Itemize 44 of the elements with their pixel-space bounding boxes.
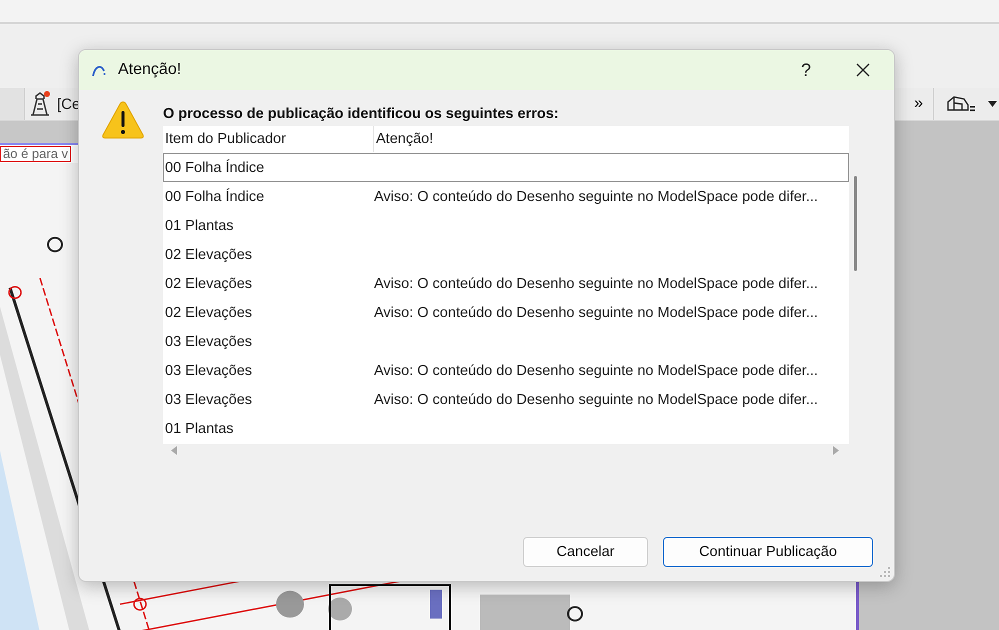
toolbar-handle[interactable] xyxy=(0,88,24,120)
table-row[interactable]: 02 Elevações Aviso: O conteúdo do Desenho seguinte no ModelSpace pode difer... xyxy=(163,298,849,327)
table-cell: Aviso: O conteúdo do Desenho seguinte no ModelSpace pode difer... xyxy=(374,188,818,204)
table-row[interactable]: 01 Plantas xyxy=(163,211,849,240)
lighthouse-icon xyxy=(29,91,51,117)
table-cell-text: 00 Folha Índice xyxy=(164,160,266,176)
column-header[interactable]: Atenção! xyxy=(374,126,434,152)
table-row[interactable]: 00 Folha Índice Aviso: O conteúdo do Desenho seguinte no ModelSpace pode difer... xyxy=(163,182,849,211)
help-button[interactable]: ? xyxy=(786,50,826,90)
table-cell-text: 01 Plantas xyxy=(164,420,235,436)
table-row[interactable]: 03 Elevações Aviso: O conteúdo do Desenho seguinte no ModelSpace pode difer... xyxy=(163,385,849,414)
table-cell: Aviso: O conteúdo do Desenho seguinte no ModelSpace pode difer... xyxy=(374,304,818,320)
table-cell-text: 02 Elevações xyxy=(164,276,254,292)
table-row[interactable]: 02 Elevações xyxy=(163,240,849,269)
warning-icon xyxy=(101,100,145,140)
scroll-left-icon[interactable] xyxy=(171,446,177,455)
column-header[interactable]: Item do Publicador xyxy=(163,126,374,152)
table-cell-text: 01 Plantas xyxy=(164,218,235,234)
table-row[interactable]: 02 Elevações Aviso: O conteúdo do Desenho seguinte no ModelSpace pode difer... xyxy=(163,269,849,298)
window-title: Atenção! xyxy=(118,61,182,79)
dialog-heading: O processo de publicação identificou os seguintes erros: xyxy=(163,106,560,122)
table-cell-text: 03 Elevações xyxy=(164,334,254,350)
continue-button[interactable]: Continuar Publicação xyxy=(663,537,873,567)
scrollbar-thumb[interactable] xyxy=(854,176,857,271)
overflow-button[interactable]: » xyxy=(914,95,923,113)
scroll-right-icon[interactable] xyxy=(833,446,839,455)
table-cell-text: 03 Elevações xyxy=(164,362,254,378)
table-row[interactable]: 00 Folha Índice xyxy=(163,153,849,182)
table-row[interactable]: 03 Elevações xyxy=(163,327,849,356)
table-cell-text: 02 Elevações xyxy=(164,304,254,320)
cancel-button[interactable]: Cancelar xyxy=(523,537,648,567)
table-cell: Aviso: O conteúdo do Desenho seguinte no ModelSpace pode difer... xyxy=(374,276,818,292)
close-icon xyxy=(856,63,870,77)
table-cell-text: 03 Elevações xyxy=(164,392,254,408)
resize-grip-icon[interactable] xyxy=(879,566,891,578)
drawing-note: ão é para v xyxy=(0,146,72,162)
table-cell-text: 02 Elevações xyxy=(164,246,254,262)
table-cell-text: 00 Folha Índice xyxy=(164,188,266,204)
house-view-icon[interactable] xyxy=(946,94,976,114)
table-row[interactable]: 03 Elevações Aviso: O conteúdo do Desenho seguinte no ModelSpace pode difer... xyxy=(163,356,849,385)
table-cell: Aviso: O conteúdo do Desenho seguinte no ModelSpace pode difer... xyxy=(374,362,818,378)
table-cell: Aviso: O conteúdo do Desenho seguinte no ModelSpace pode difer... xyxy=(374,392,818,408)
caret-icon[interactable] xyxy=(988,101,997,107)
table-row[interactable]: 01 Plantas xyxy=(163,414,849,443)
